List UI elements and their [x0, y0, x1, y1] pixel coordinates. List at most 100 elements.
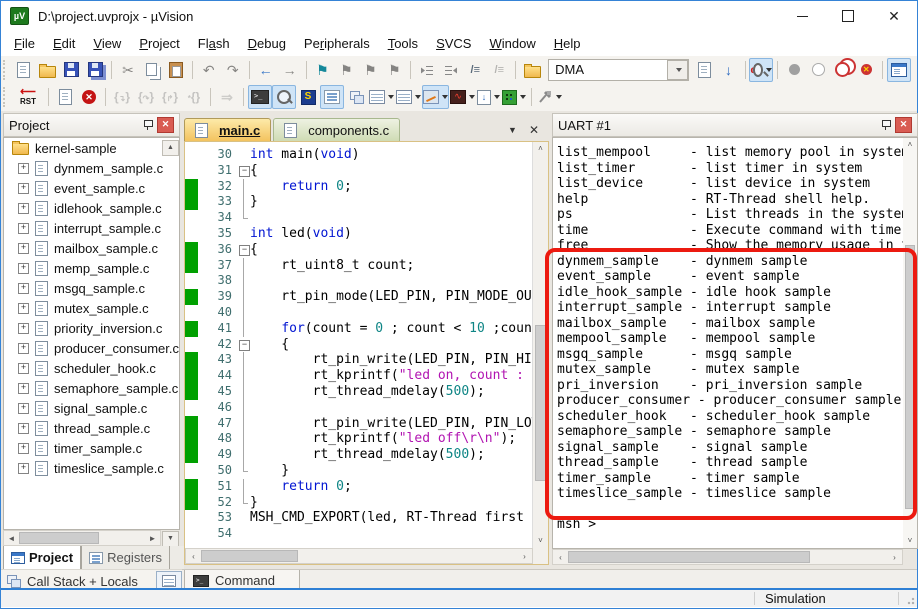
command-window-button[interactable]: >_	[248, 85, 272, 109]
symbols-window-button[interactable]: S	[296, 85, 320, 109]
scroll-up-icon[interactable]: ˄	[533, 142, 548, 156]
tree-item-dynmem_sample.c[interactable]: + dynmem_sample.c	[4, 158, 179, 178]
menu-flash[interactable]: Flash	[189, 33, 239, 54]
registers-window-button[interactable]	[320, 85, 344, 109]
system-viewer-button[interactable]: ↓	[476, 85, 501, 109]
tree-item-semaphore_sample.c[interactable]: + semaphore_sample.c	[4, 378, 179, 398]
menu-file[interactable]: File	[5, 33, 44, 54]
tree-item-idlehook_sample.c[interactable]: + idlehook_sample.c	[4, 198, 179, 218]
uart-panel-close-button[interactable]: ✕	[895, 117, 912, 133]
redo-button[interactable]: ↷	[221, 58, 245, 82]
menu-help[interactable]: Help	[545, 33, 590, 54]
tree-item-producer_consumer.c[interactable]: + producer_consumer.c	[4, 338, 179, 358]
menu-project[interactable]: Project	[130, 33, 188, 54]
tab-project[interactable]: Project	[3, 546, 82, 570]
clear-bookmarks-button[interactable]: ⚑	[382, 58, 406, 82]
incremental-find-button[interactable]: ↓	[717, 58, 741, 82]
resize-grip[interactable]	[905, 595, 915, 605]
expand-plus-icon[interactable]: +	[18, 202, 29, 214]
find-in-files-dialog-button[interactable]	[693, 58, 717, 82]
watch-windows-button[interactable]	[368, 85, 395, 109]
menu-view[interactable]: View	[84, 33, 130, 54]
outdent-button[interactable]	[439, 58, 463, 82]
scroll-right-icon[interactable]: ›	[887, 550, 902, 564]
next-bookmark-button[interactable]: ⚑	[358, 58, 382, 82]
scroll-right-icon[interactable]: ►	[145, 531, 160, 545]
disable-all-breakpoints-button[interactable]	[830, 58, 854, 82]
expand-plus-icon[interactable]: +	[18, 222, 29, 234]
tab-list-menu-button[interactable]: ▼	[508, 125, 517, 135]
uart-hscrollbar[interactable]: ‹ ›	[552, 549, 903, 565]
expand-plus-icon[interactable]: +	[18, 302, 29, 314]
reset-button[interactable]: ⟵ RST	[12, 85, 44, 109]
copy-button[interactable]	[140, 58, 164, 82]
menu-debug[interactable]: Debug	[239, 33, 295, 54]
scrollbar-thumb[interactable]	[19, 532, 99, 544]
expand-plus-icon[interactable]: +	[18, 422, 29, 434]
project-window-button[interactable]	[887, 57, 911, 82]
navigate-back-button[interactable]: ←	[254, 58, 278, 82]
project-hscrollbar[interactable]: ◄ ►	[3, 530, 161, 546]
code-editor[interactable]: 30 int main(void) 31−{32 return 0; 33} 34 35 i…	[185, 142, 533, 548]
menu-edit[interactable]: Edit	[44, 33, 84, 54]
scroll-left-icon[interactable]: ‹	[186, 549, 201, 563]
tree-item-memp_sample.c[interactable]: + memp_sample.c	[4, 258, 179, 278]
tree-item-signal_sample.c[interactable]: + signal_sample.c	[4, 398, 179, 418]
navigate-forward-button[interactable]: →	[278, 58, 302, 82]
debug-toolbar-settings-button[interactable]	[536, 85, 563, 109]
paste-button[interactable]	[164, 58, 188, 82]
scroll-up-icon[interactable]: ˄	[903, 138, 917, 152]
tree-item-msgq_sample.c[interactable]: + msgq_sample.c	[4, 278, 179, 298]
uart-vscrollbar[interactable]: ˄ ˅	[903, 138, 917, 548]
uart-terminal[interactable]: list_mempool - list memory pool in syste…	[552, 137, 918, 549]
menu-peripherals[interactable]: Peripherals	[295, 33, 379, 54]
tree-item-priority_inversion.c[interactable]: + priority_inversion.c	[4, 318, 179, 338]
scroll-left-icon[interactable]: ◄	[4, 531, 19, 545]
find-text-combobox[interactable]: DMA	[548, 58, 689, 81]
tree-scroll-down-button[interactable]: ▼	[162, 531, 179, 547]
tree-scroll-up-button[interactable]: ▲	[162, 140, 179, 156]
tab-registers[interactable]: Registers	[81, 546, 170, 570]
save-button[interactable]	[59, 58, 83, 82]
run-button[interactable]	[53, 85, 77, 109]
callstack-window-button[interactable]	[344, 85, 368, 109]
cut-button[interactable]: ✂	[116, 58, 140, 82]
tree-item-mailbox_sample.c[interactable]: + mailbox_sample.c	[4, 238, 179, 258]
menu-tools[interactable]: Tools	[379, 33, 427, 54]
expand-plus-icon[interactable]: +	[18, 182, 29, 194]
toolbar-drag-handle[interactable]	[3, 87, 10, 107]
maximize-button[interactable]	[825, 1, 871, 31]
scrollbar-thumb[interactable]	[535, 324, 546, 481]
menu-window[interactable]: Window	[480, 33, 544, 54]
expand-plus-icon[interactable]: +	[18, 282, 29, 294]
undo-button[interactable]: ↶	[197, 58, 221, 82]
toolbar-drag-handle[interactable]	[3, 59, 9, 80]
insert-bookmark-button[interactable]: ⚑	[310, 58, 334, 82]
expand-plus-icon[interactable]: +	[18, 262, 29, 274]
tree-item-mutex_sample.c[interactable]: + mutex_sample.c	[4, 298, 179, 318]
editor-hscrollbar[interactable]: ‹ ›	[185, 548, 533, 564]
expand-plus-icon[interactable]: +	[18, 342, 29, 354]
step-over-button[interactable]: {↷}	[134, 85, 158, 109]
prev-bookmark-button[interactable]: ⚑	[334, 58, 358, 82]
expand-plus-icon[interactable]: +	[18, 462, 29, 474]
tree-item-scheduler_hook.c[interactable]: + scheduler_hook.c	[4, 358, 179, 378]
scroll-down-icon[interactable]: ˅	[903, 534, 917, 548]
menu-svcs[interactable]: SVCS	[427, 33, 480, 54]
scrollbar-thumb[interactable]	[568, 551, 810, 563]
fold-collapse-icon[interactable]: −	[237, 163, 250, 179]
serial-windows-button[interactable]	[422, 85, 449, 109]
disassembly-window-button[interactable]	[272, 85, 296, 109]
toolbox-button[interactable]	[501, 85, 527, 109]
analysis-windows-button[interactable]: ∿	[449, 85, 476, 109]
save-all-button[interactable]	[83, 58, 107, 82]
step-into-button[interactable]: {↴}	[110, 85, 134, 109]
expand-plus-icon[interactable]: +	[18, 162, 29, 174]
tree-root-kernel-sample[interactable]: kernel-sample	[4, 138, 179, 158]
tree-item-timer_sample.c[interactable]: + timer_sample.c	[4, 438, 179, 458]
toggle-breakpoint-button[interactable]	[782, 58, 806, 82]
project-panel-close-button[interactable]: ✕	[157, 117, 174, 133]
tab-components-c[interactable]: components.c	[273, 118, 401, 141]
tree-item-event_sample.c[interactable]: + event_sample.c	[4, 178, 179, 198]
fold-collapse-icon[interactable]: −	[237, 337, 250, 353]
